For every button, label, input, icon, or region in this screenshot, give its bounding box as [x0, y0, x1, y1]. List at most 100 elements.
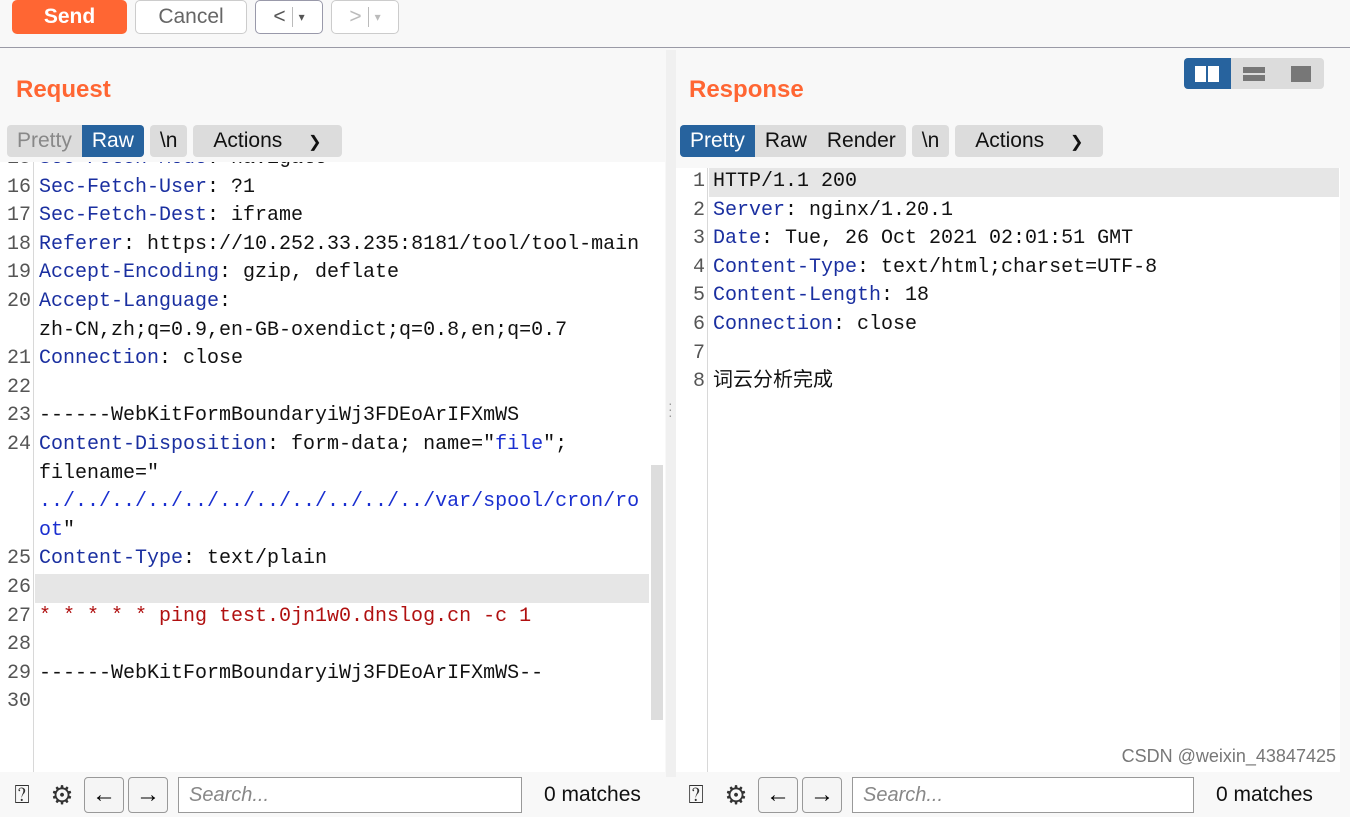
tab-pretty[interactable]: Pretty	[680, 125, 755, 157]
code-line: Content-Type: text/html;charset=UTF-8	[713, 254, 1157, 283]
line-number: 27	[6, 604, 31, 628]
code-line: Accept-Encoding: gzip, deflate	[39, 259, 399, 288]
top-toolbar: Send Cancel < ▾ > ▾	[0, 0, 1350, 48]
gear-icon[interactable]: ⚙	[718, 777, 754, 813]
line-number: 18	[6, 232, 31, 256]
response-match-count: 0 matches	[1216, 783, 1313, 806]
code-line: ------WebKitFormBoundaryiWj3FDEoArIFXmWS…	[39, 660, 543, 689]
code-line: HTTP/1.1 200	[713, 168, 857, 197]
request-search-input[interactable]: Search...	[178, 777, 522, 813]
code-token: ../../../../../../../../../../../var/spo…	[39, 490, 640, 514]
line-number: 19	[6, 261, 31, 285]
line-number: 26	[6, 576, 31, 599]
code-token: : form-data; name="	[267, 433, 496, 456]
code-line: 词云分析完成	[713, 368, 833, 397]
prev-match-button[interactable]: ←	[84, 777, 124, 813]
code-token: Accept-Encoding	[39, 261, 220, 285]
code-line: zh-CN,zh;q=0.9,en-GB-oxendict;q=0.8,en;q…	[39, 317, 567, 346]
stacked-layout-button[interactable]	[1231, 58, 1278, 89]
forward-button[interactable]: > ▾	[331, 0, 399, 34]
code-line: Content-Type: text/plain	[39, 545, 327, 574]
line-number: 2	[692, 198, 705, 222]
next-match-button[interactable]: →	[128, 777, 168, 813]
cancel-button[interactable]: Cancel	[135, 0, 247, 34]
gear-icon[interactable]: ⚙	[44, 777, 80, 813]
code-token: Server	[713, 198, 786, 222]
watermark: CSDN @weixin_43847425	[1121, 746, 1336, 766]
response-panel: Response Pretty Raw Render \n Actions ❯ …	[676, 50, 1350, 813]
request-editor[interactable]: 15 Sec-Fetch-Mode: navigate 16 Sec-Fetch-Us…	[0, 162, 665, 772]
response-view-tabs: Pretty Raw Render	[680, 125, 906, 157]
code-token: Content-Disposition	[39, 433, 268, 456]
help-icon[interactable]: ⍰	[4, 777, 40, 813]
code-token: : ?1	[207, 175, 256, 199]
line-number: 29	[6, 661, 31, 685]
response-search-input[interactable]: Search...	[852, 777, 1194, 813]
code-line: filename="	[39, 460, 159, 489]
help-icon[interactable]: ⍰	[678, 777, 714, 813]
request-view-tabs: Pretty Raw	[7, 125, 144, 157]
request-match-count: 0 matches	[544, 783, 641, 806]
code-token: : Tue, 26 Oct 2021 02:01:51 GMT	[761, 227, 1134, 251]
code-token: ------WebKitFormBoundaryiWj3FDEoArIFXmWS	[39, 404, 520, 428]
code-line: Accept-Language:	[39, 288, 231, 317]
code-token: Date	[713, 227, 762, 251]
line-number: 25	[6, 547, 31, 571]
code-line: ------WebKitFormBoundaryiWj3FDEoArIFXmWS	[39, 402, 519, 431]
code-line: Connection: close	[39, 345, 243, 374]
code-line: Content-Disposition: form-data; name="fi…	[39, 431, 567, 460]
code-line: Server: nginx/1.20.1	[713, 197, 953, 226]
line-number: 21	[6, 347, 31, 371]
code-token: Referer	[39, 232, 124, 256]
code-token: :	[219, 290, 232, 313]
back-dropdown-icon[interactable]: ▾	[299, 10, 305, 24]
line-number: 22	[6, 375, 31, 399]
forward-icon: >	[349, 5, 362, 28]
code-token: ";	[543, 433, 568, 456]
response-title: Response	[689, 76, 804, 103]
line-number: 15	[0, 162, 34, 174]
code-line: Connection: close	[713, 311, 917, 340]
actions-menu[interactable]: Actions ❯	[955, 125, 1103, 157]
line-number	[0, 460, 34, 489]
actions-label: Actions	[975, 129, 1045, 152]
current-line-highlight	[35, 574, 649, 603]
single-layout-button[interactable]	[1277, 58, 1324, 89]
code-line: ot"	[39, 517, 75, 546]
code-line: Sec-Fetch-User: ?1	[39, 174, 255, 203]
request-scrollbar[interactable]	[651, 465, 663, 720]
tab-pretty[interactable]: Pretty	[7, 125, 82, 157]
newline-toggle[interactable]: \n	[150, 125, 188, 157]
code-token: zh-CN,zh;q=0.9,en-GB-oxendict;q=0.8,en;q…	[39, 318, 568, 342]
side-by-side-layout-button[interactable]	[1184, 58, 1231, 89]
code-token: Content-Type	[39, 547, 184, 571]
code-token: : nginx/1.20.1	[785, 198, 954, 222]
newline-toggle[interactable]: \n	[912, 125, 950, 157]
next-match-button[interactable]: →	[802, 777, 842, 813]
line-number: 16	[6, 175, 31, 199]
code-token: : text/plain	[183, 547, 328, 571]
code-line: * * * * * ping test.0jn1w0.dnslog.cn -c …	[39, 603, 531, 632]
line-number: 6	[692, 313, 705, 336]
actions-menu[interactable]: Actions ❯	[193, 125, 341, 157]
code-token: Sec-Fetch-User	[39, 175, 208, 199]
tab-raw[interactable]: Raw	[755, 125, 817, 157]
forward-dropdown-icon[interactable]: ▾	[375, 10, 381, 24]
prev-match-button[interactable]: ←	[758, 777, 798, 813]
tab-raw[interactable]: Raw	[81, 125, 144, 157]
back-button[interactable]: < ▾	[255, 0, 323, 34]
send-button[interactable]: Send	[12, 0, 127, 34]
code-line: Date: Tue, 26 Oct 2021 02:01:51 GMT	[713, 225, 1133, 254]
code-token: HTTP/1.1 200	[713, 170, 858, 193]
code-token: "	[63, 518, 76, 542]
code-token: : text/html;charset=UTF-8	[857, 255, 1158, 279]
tab-render[interactable]: Render	[817, 125, 906, 157]
line-number	[0, 317, 34, 346]
line-number	[0, 517, 34, 546]
panel-splitter[interactable]: · · ·	[666, 50, 676, 777]
chevron-down-icon: ❯	[1070, 134, 1084, 151]
code-token: Accept-Language	[39, 290, 220, 313]
line-number: 20	[6, 290, 31, 313]
request-panel: Request Pretty Raw \n Actions ❯ 15 Sec-Fe…	[0, 50, 666, 813]
response-editor[interactable]: 1 HTTP/1.1 200 2 Server: nginx/1.20.1 3 Date:…	[676, 168, 1340, 772]
